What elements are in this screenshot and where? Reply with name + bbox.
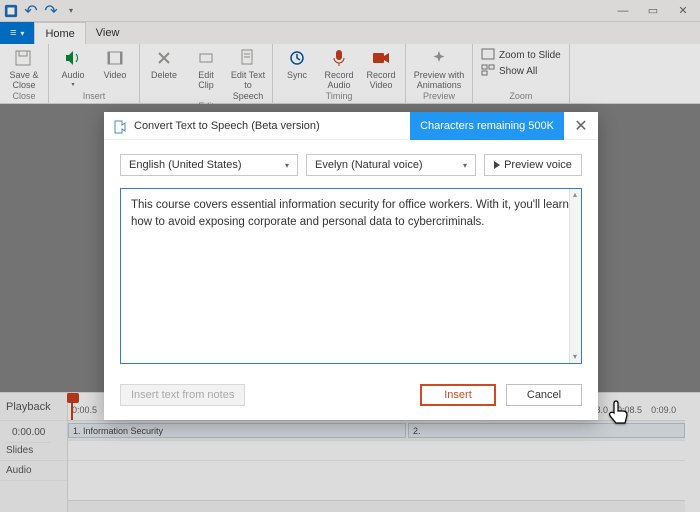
dialog-close-button[interactable]: ✕ xyxy=(564,112,598,140)
scroll-up-icon[interactable]: ▴ xyxy=(569,189,581,201)
language-select[interactable]: English (United States) ▾ xyxy=(120,154,298,176)
voice-select[interactable]: Evelyn (Natural voice) ▾ xyxy=(306,154,476,176)
play-icon xyxy=(494,161,500,169)
preview-voice-label: Preview voice xyxy=(504,159,572,171)
dialog-body: English (United States) ▾ Evelyn (Natura… xyxy=(104,140,598,374)
insert-from-notes-button: Insert text from notes xyxy=(120,384,245,406)
scroll-down-icon[interactable]: ▾ xyxy=(569,351,581,363)
preview-voice-button[interactable]: Preview voice xyxy=(484,154,582,176)
tts-textarea[interactable]: This course covers essential information… xyxy=(120,188,582,364)
characters-remaining-chip: Characters remaining 500K xyxy=(410,112,564,140)
chevron-down-icon: ▾ xyxy=(285,161,289,170)
textarea-scrollbar[interactable]: ▴ ▾ xyxy=(569,189,581,363)
language-value: English (United States) xyxy=(129,159,242,171)
dialog-title: Convert Text to Speech (Beta version) xyxy=(134,120,320,132)
chevron-down-icon: ▾ xyxy=(463,161,467,170)
voice-value: Evelyn (Natural voice) xyxy=(315,159,423,171)
dialog-titlebar: Convert Text to Speech (Beta version) Ch… xyxy=(104,112,598,140)
tts-dialog: Convert Text to Speech (Beta version) Ch… xyxy=(104,112,598,420)
cancel-button[interactable]: Cancel xyxy=(506,384,582,406)
tts-text-value: This course covers essential information… xyxy=(131,199,569,228)
dialog-footer: Insert text from notes Insert Cancel xyxy=(104,374,598,420)
insert-button[interactable]: Insert xyxy=(420,384,496,406)
tts-dialog-icon xyxy=(112,118,128,134)
